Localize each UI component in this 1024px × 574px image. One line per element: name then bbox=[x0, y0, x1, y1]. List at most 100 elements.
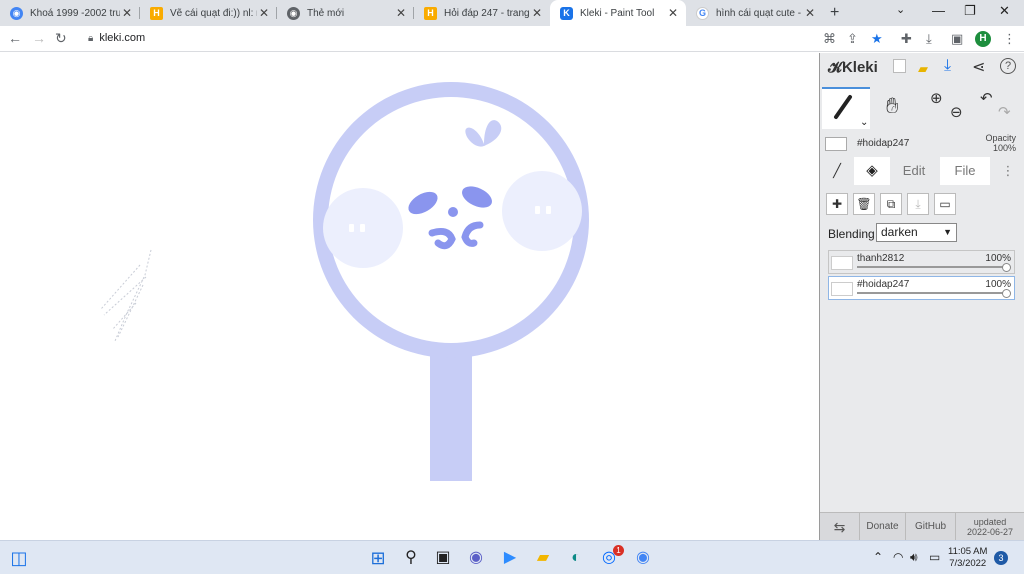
task-view-icon[interactable]: ▣ bbox=[432, 547, 454, 569]
edge-icon[interactable]: ◐ bbox=[565, 547, 587, 569]
windows-start-icon[interactable]: ⊞ bbox=[367, 547, 389, 569]
zoom-out-icon[interactable]: ⊖ bbox=[950, 103, 963, 121]
slider-knob[interactable] bbox=[1002, 263, 1011, 272]
tab-edit[interactable]: Edit bbox=[890, 157, 938, 185]
layer-opacity-slider[interactable] bbox=[857, 266, 1006, 268]
close-icon[interactable]: ✕ bbox=[803, 6, 817, 20]
layer-item-active[interactable]: #hoidap247 100% bbox=[828, 276, 1015, 300]
hoidap-icon: H bbox=[150, 6, 163, 20]
tab-title: Khoá 1999 -2002 trườ bbox=[30, 7, 120, 19]
browser-tab[interactable]: H Vẽ cái quạt đi:)) nl: nó ✕ bbox=[140, 0, 277, 26]
close-icon[interactable]: ✕ bbox=[530, 6, 544, 20]
layer-opacity-slider[interactable] bbox=[857, 292, 1006, 294]
github-link[interactable]: GitHub bbox=[906, 513, 956, 541]
close-icon[interactable]: ✕ bbox=[666, 6, 680, 20]
svg-text:⌄: ⌄ bbox=[860, 117, 868, 128]
layer-thumbnail bbox=[831, 256, 853, 270]
close-icon[interactable]: ✕ bbox=[120, 6, 134, 20]
search-icon[interactable]: ⚲ bbox=[400, 547, 422, 569]
close-icon[interactable]: ✕ bbox=[257, 6, 271, 20]
brush-name: #hoidap247 bbox=[857, 138, 910, 149]
share-icon[interactable]: ⋖ bbox=[972, 57, 985, 77]
save-download-icon[interactable]: ⤓ bbox=[944, 57, 951, 75]
download-icon[interactable]: ⤓ bbox=[926, 31, 932, 47]
bookmark-star-icon[interactable]: ★ bbox=[871, 31, 883, 47]
browser-tab[interactable]: G hình cái quạt cute - G ✕ bbox=[686, 0, 823, 26]
help-icon[interactable]: ? bbox=[1000, 58, 1016, 74]
new-image-icon[interactable] bbox=[893, 59, 906, 73]
clock[interactable]: 11:05 AM 7/3/2022 bbox=[948, 546, 987, 570]
undo-icon[interactable]: ↶ bbox=[980, 89, 993, 107]
forward-icon[interactable]: → bbox=[32, 30, 46, 46]
kleki-logo: 𝓚Kleki bbox=[828, 59, 878, 76]
donate-link[interactable]: Donate bbox=[860, 513, 906, 541]
browser-tab-active[interactable]: K Kleki - Paint Tool ✕ bbox=[550, 0, 686, 26]
google-icon: G bbox=[696, 6, 709, 20]
right-eye-sparkle bbox=[535, 206, 540, 214]
minimize-icon[interactable]: — bbox=[932, 3, 945, 18]
layer-thumbnail bbox=[831, 282, 853, 296]
more-options-icon[interactable]: ⋮ bbox=[996, 157, 1020, 185]
new-tab-icon[interactable]: + bbox=[830, 4, 839, 22]
color-swatch[interactable] bbox=[825, 137, 847, 151]
tab-search-icon[interactable]: ⌄ bbox=[896, 3, 905, 16]
sidepanel-icon[interactable]: ▣ bbox=[951, 31, 963, 47]
back-icon[interactable]: ← bbox=[8, 30, 22, 46]
fan-handle bbox=[430, 345, 472, 481]
panel-tabs: ╱ ◈ Edit File ⋮ bbox=[820, 157, 1024, 185]
file-explorer-icon[interactable]: ▰ bbox=[532, 547, 554, 569]
zoom-in-icon[interactable]: ⊕ bbox=[930, 89, 943, 107]
left-eye-sparkle bbox=[349, 224, 354, 232]
kleki-sidebar: 𝓚Kleki ▰ ⤓ ⋖ ? ⌄ ✋︎ ⊕ ⊖ ↶ ↷ #hoidap247 O… bbox=[819, 53, 1024, 541]
slider-knob[interactable] bbox=[1002, 289, 1011, 298]
address-bar[interactable]: 🔒︎ kleki.com bbox=[88, 32, 145, 44]
hand-tool-icon[interactable]: ✋︎ bbox=[886, 93, 899, 119]
reload-icon[interactable]: ↻ bbox=[55, 30, 67, 47]
volume-icon[interactable]: 🔊︎ bbox=[910, 550, 918, 565]
share-icon[interactable]: ⇪ bbox=[847, 31, 858, 47]
lock-icon: 🔒︎ bbox=[88, 33, 94, 44]
browser-tab[interactable]: ◉ Thẻ mới ✕ bbox=[277, 0, 414, 26]
redo-icon[interactable]: ↷ bbox=[998, 103, 1011, 121]
restore-icon[interactable]: ❐ bbox=[964, 3, 976, 19]
avatar[interactable]: H bbox=[975, 31, 991, 47]
merge-down-icon[interactable]: ⤓ bbox=[907, 193, 929, 215]
tab-layers[interactable]: ◈ bbox=[854, 157, 890, 185]
brush-tool-button[interactable]: ⌄ bbox=[822, 87, 870, 129]
chevron-up-icon[interactable]: ⌃ bbox=[873, 550, 883, 564]
duplicate-layer-icon[interactable]: ⧉ bbox=[880, 193, 902, 215]
tool-row: ⌄ ✋︎ ⊕ ⊖ ↶ ↷ bbox=[820, 87, 1024, 131]
window-close-icon[interactable]: ✕ bbox=[999, 3, 1010, 19]
tab-file[interactable]: File bbox=[940, 157, 990, 185]
blending-select[interactable]: darken ▼ bbox=[876, 223, 957, 242]
browser-tab[interactable]: ◉ Khoá 1999 -2002 trườ ✕ bbox=[0, 0, 140, 26]
layer-item[interactable]: thanh2812 100% bbox=[828, 250, 1015, 274]
taskbar: ◫ ⊞ ⚲ ▣ ◉ ▶ ▰ ◐ ◎ 1 ◉ ⌃ ◠ 🔊︎ ▭ 11:05 AM … bbox=[0, 540, 1024, 574]
notification-count[interactable]: 3 bbox=[994, 551, 1008, 565]
blending-label: Blending bbox=[828, 227, 875, 241]
drawing-canvas[interactable] bbox=[0, 53, 819, 540]
translate-icon[interactable]: ⌘ bbox=[823, 31, 836, 47]
widgets-icon[interactable]: ◫ bbox=[8, 547, 30, 569]
tab-title: Hỏi đáp 247 - trang tr bbox=[444, 7, 530, 19]
zoom-icon[interactable]: ▶ bbox=[499, 547, 521, 569]
kleki-icon: K bbox=[560, 6, 573, 20]
browser-tab[interactable]: H Hỏi đáp 247 - trang tr ✕ bbox=[414, 0, 550, 26]
extensions-icon[interactable]: ✚ bbox=[901, 31, 912, 47]
delete-layer-icon[interactable]: 🗑︎ bbox=[853, 193, 875, 215]
rename-layer-icon[interactable]: ▭ bbox=[934, 193, 956, 215]
brush-icon: ╱ bbox=[833, 163, 841, 178]
swap-side-icon[interactable]: ⇆ bbox=[820, 513, 860, 541]
tab-brush-settings[interactable]: ╱ bbox=[820, 157, 854, 185]
sidebar-footer: ⇆ Donate GitHub updated 2022-06-27 bbox=[820, 512, 1024, 541]
teams-chat-icon[interactable]: ◉ bbox=[465, 547, 487, 569]
add-layer-icon[interactable]: ✚ bbox=[826, 193, 848, 215]
url-text: kleki.com bbox=[99, 32, 146, 44]
close-icon[interactable]: ✕ bbox=[394, 6, 408, 20]
pencil-scribble bbox=[100, 249, 152, 342]
menu-icon[interactable]: ⋮ bbox=[1003, 31, 1016, 47]
chrome-icon[interactable]: ◉ bbox=[632, 547, 654, 569]
wifi-icon[interactable]: ◠ bbox=[893, 550, 903, 564]
open-folder-icon[interactable]: ▰ bbox=[918, 61, 928, 77]
battery-icon[interactable]: ▭ bbox=[929, 550, 940, 564]
